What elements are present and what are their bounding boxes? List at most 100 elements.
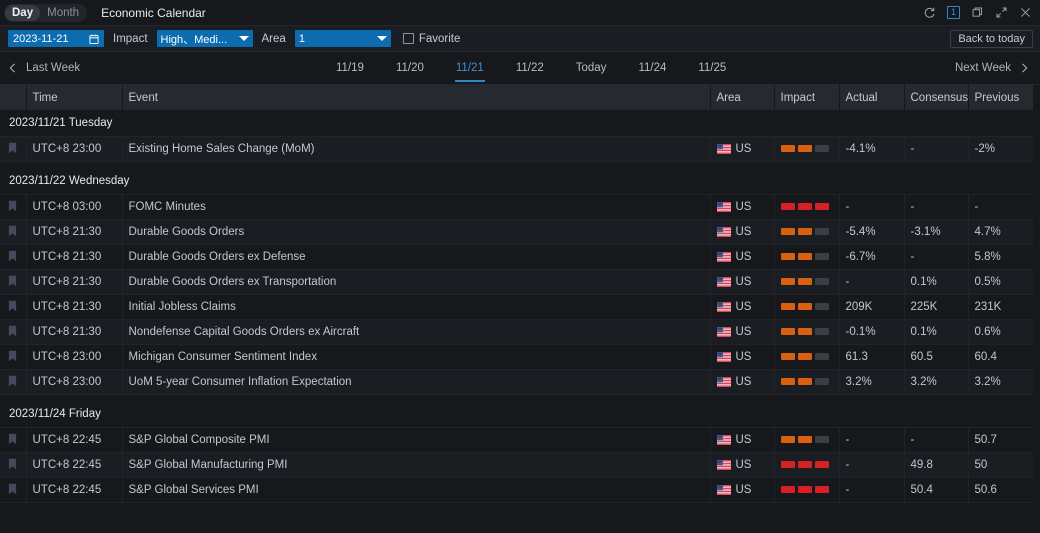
page-title: Economic Calendar (101, 6, 206, 20)
column-header-consensus[interactable]: Consensus (904, 85, 968, 110)
row-bookmark-cell[interactable] (0, 269, 26, 294)
column-header-previous[interactable]: Previous (968, 85, 1033, 110)
cell-event[interactable]: UoM 5-year Consumer Inflation Expectatio… (122, 369, 710, 394)
cell-time: UTC+8 23:00 (26, 136, 122, 161)
bookmark-icon[interactable] (8, 275, 17, 287)
table-row[interactable]: UTC+8 23:00Michigan Consumer Sentiment I… (0, 344, 1033, 369)
cell-actual: - (839, 452, 904, 477)
row-bookmark-cell[interactable] (0, 319, 26, 344)
cell-area: US (710, 477, 774, 502)
cell-consensus: - (904, 136, 968, 161)
bookmark-icon[interactable] (8, 325, 17, 337)
bookmark-icon[interactable] (8, 142, 17, 154)
bookmark-icon[interactable] (8, 458, 17, 470)
view-mode-month[interactable]: Month (40, 5, 86, 21)
bookmark-icon[interactable] (8, 250, 17, 262)
bookmark-icon[interactable] (8, 300, 17, 312)
table-row[interactable]: UTC+8 21:30Durable Goods Orders ex Defen… (0, 244, 1033, 269)
day-tab-11-25[interactable]: 11/25 (682, 52, 742, 85)
row-bookmark-cell[interactable] (0, 452, 26, 477)
cell-event[interactable]: Existing Home Sales Change (MoM) (122, 136, 710, 161)
area-label: US (736, 484, 752, 496)
day-tab-today[interactable]: Today (560, 52, 623, 85)
table-row[interactable]: UTC+8 22:45S&P Global Services PMIUS-50.… (0, 477, 1033, 502)
area-label: US (736, 326, 752, 338)
row-bookmark-cell[interactable] (0, 244, 26, 269)
day-tab-11-21[interactable]: 11/21 (440, 52, 500, 85)
restore-icon[interactable] (971, 6, 984, 19)
cell-actual: - (839, 477, 904, 502)
area-filter-select[interactable]: 1 (295, 30, 391, 47)
table-row[interactable]: UTC+8 03:00FOMC MinutesUS--- (0, 194, 1033, 219)
right-gutter (1033, 94, 1040, 533)
cell-event[interactable]: Durable Goods Orders (122, 219, 710, 244)
bookmark-icon[interactable] (8, 350, 17, 362)
impact-filter-select[interactable]: High、Medi... (157, 30, 253, 47)
table-row[interactable]: UTC+8 21:30Durable Goods Orders ex Trans… (0, 269, 1033, 294)
cell-event[interactable]: Durable Goods Orders ex Transportation (122, 269, 710, 294)
expand-icon[interactable] (995, 6, 1008, 19)
bookmark-icon[interactable] (8, 225, 17, 237)
row-bookmark-cell[interactable] (0, 344, 26, 369)
chevron-left-icon (7, 62, 19, 74)
cell-event[interactable]: Durable Goods Orders ex Defense (122, 244, 710, 269)
row-bookmark-cell[interactable] (0, 294, 26, 319)
cell-consensus: 49.8 (904, 452, 968, 477)
cell-event[interactable]: Nondefense Capital Goods Orders ex Aircr… (122, 319, 710, 344)
cell-impact (774, 219, 839, 244)
cell-area: US (710, 344, 774, 369)
group-spacer-cell (0, 394, 1033, 401)
row-bookmark-cell[interactable] (0, 194, 26, 219)
row-bookmark-cell[interactable] (0, 477, 26, 502)
day-tab-11-19[interactable]: 11/19 (320, 52, 380, 85)
cell-event[interactable]: S&P Global Services PMI (122, 477, 710, 502)
table-row[interactable]: UTC+8 21:30Nondefense Capital Goods Orde… (0, 319, 1033, 344)
table-row[interactable]: UTC+8 23:00UoM 5-year Consumer Inflation… (0, 369, 1033, 394)
back-to-today-button[interactable]: Back to today (950, 30, 1033, 48)
column-header-impact[interactable]: Impact (774, 85, 839, 110)
next-week-button[interactable]: Next Week (955, 62, 1030, 74)
row-bookmark-cell[interactable] (0, 136, 26, 161)
cell-event[interactable]: Michigan Consumer Sentiment Index (122, 344, 710, 369)
refresh-icon[interactable] (923, 6, 936, 19)
bookmark-icon[interactable] (8, 433, 17, 445)
cell-previous: 3.2% (968, 369, 1033, 394)
view-mode-day[interactable]: Day (5, 5, 40, 21)
impact-rating (781, 320, 833, 344)
cell-actual: 3.2% (839, 369, 904, 394)
row-bookmark-cell[interactable] (0, 427, 26, 452)
area-label: US (736, 143, 752, 155)
day-tab-11-22[interactable]: 11/22 (500, 52, 560, 85)
cell-event[interactable]: S&P Global Composite PMI (122, 427, 710, 452)
date-picker[interactable]: 2023-11-21 (8, 30, 104, 47)
bookmark-icon[interactable] (8, 375, 17, 387)
day-tab-11-20[interactable]: 11/20 (380, 52, 440, 85)
table-row[interactable]: UTC+8 23:00Existing Home Sales Change (M… (0, 136, 1033, 161)
group-spacer (0, 161, 1033, 168)
prev-week-button[interactable]: Last Week (7, 62, 80, 74)
table-row[interactable]: UTC+8 21:30Initial Jobless ClaimsUS209K2… (0, 294, 1033, 319)
column-header-actual[interactable]: Actual (839, 85, 904, 110)
column-header-time[interactable]: Time (26, 85, 122, 110)
day-tab-11-24[interactable]: 11/24 (622, 52, 682, 85)
cell-event[interactable]: FOMC Minutes (122, 194, 710, 219)
column-header-event[interactable]: Event (122, 85, 710, 110)
bookmark-icon[interactable] (8, 200, 17, 212)
view-mode-segmented-control[interactable]: Day Month (4, 4, 87, 22)
table-row[interactable]: UTC+8 21:30Durable Goods OrdersUS-5.4%-3… (0, 219, 1033, 244)
bookmark-icon[interactable] (8, 483, 17, 495)
impact-bar (798, 353, 812, 360)
cell-area: US (710, 294, 774, 319)
table-row[interactable]: UTC+8 22:45S&P Global Manufacturing PMIU… (0, 452, 1033, 477)
favorite-checkbox[interactable]: Favorite (403, 33, 461, 45)
cell-event[interactable]: Initial Jobless Claims (122, 294, 710, 319)
table-row[interactable]: UTC+8 22:45S&P Global Composite PMIUS--5… (0, 427, 1033, 452)
cell-event[interactable]: S&P Global Manufacturing PMI (122, 452, 710, 477)
cell-area: US (710, 452, 774, 477)
cell-actual: - (839, 269, 904, 294)
close-icon[interactable] (1019, 6, 1032, 19)
row-bookmark-cell[interactable] (0, 219, 26, 244)
row-bookmark-cell[interactable] (0, 369, 26, 394)
column-header-area[interactable]: Area (710, 85, 774, 110)
window-count-badge[interactable]: 1 (947, 6, 960, 19)
